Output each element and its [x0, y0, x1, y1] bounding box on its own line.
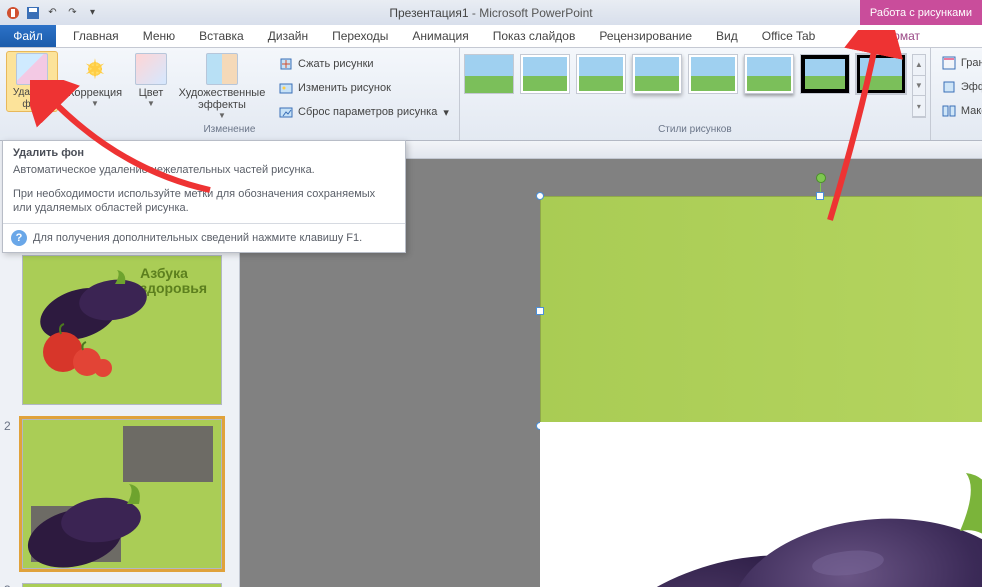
app-name: Microsoft PowerPoint	[479, 6, 592, 20]
tooltip-line2: При необходимости используйте метки для …	[3, 185, 405, 223]
change-picture-button[interactable]: Изменить рисунок	[274, 77, 453, 99]
compress-label: Сжать рисунки	[298, 58, 374, 70]
tab-animation[interactable]: Анимация	[400, 25, 480, 47]
tab-officetab[interactable]: Office Tab	[750, 25, 828, 47]
group-picture-format: Граница р Эффекты Макет ри	[931, 48, 982, 140]
gallery-down-button[interactable]: ▼	[913, 76, 925, 97]
picture-tools-context-tab[interactable]: Работа с рисунками	[860, 0, 982, 25]
group-picture-styles: ▲ ▼ ▾ Стили рисунков	[460, 48, 931, 140]
group-styles-label: Стили рисунков	[460, 124, 930, 140]
picture-style-thumb[interactable]	[856, 54, 906, 94]
help-icon: ?	[11, 230, 27, 246]
remove-bg-label: Удалить фон	[7, 87, 57, 111]
slide-number: 2	[4, 419, 11, 433]
tab-review[interactable]: Рецензирование	[587, 25, 704, 47]
reset-icon	[278, 104, 294, 120]
color-label: Цвет	[139, 87, 164, 99]
tab-format[interactable]: Формат	[865, 25, 932, 47]
selected-picture[interactable]	[540, 196, 982, 426]
tab-design[interactable]: Дизайн	[256, 25, 320, 47]
picture-style-thumb[interactable]	[800, 54, 850, 94]
compress-icon	[278, 56, 294, 72]
border-label: Граница р	[961, 57, 982, 69]
gallery-scroll: ▲ ▼ ▾	[912, 54, 926, 118]
title-bar: ↶ ↷ ▾ Презентация1 - Microsoft PowerPoin…	[0, 0, 982, 25]
picture-style-thumb[interactable]	[744, 54, 794, 94]
save-icon[interactable]	[24, 4, 41, 21]
tab-menu[interactable]: Меню	[131, 25, 187, 47]
chevron-down-icon: ▼	[91, 99, 99, 108]
reset-picture-button[interactable]: Сброс параметров рисунка ▾	[274, 101, 453, 123]
change-label: Изменить рисунок	[298, 82, 391, 94]
resize-handle[interactable]	[536, 192, 544, 200]
sun-icon	[79, 53, 111, 85]
artistic-effects-button[interactable]: Художественные эффекты ▼	[176, 51, 268, 120]
vegetable-icon	[23, 256, 222, 405]
file-tab[interactable]: Файл	[0, 25, 56, 47]
ribbon: Удалить фон Коррекция ▼ Цвет ▼ Художеств…	[0, 48, 982, 141]
chevron-down-icon: ▼	[147, 99, 155, 108]
picture-border-button[interactable]: Граница р	[937, 52, 982, 74]
undo-icon[interactable]: ↶	[44, 4, 61, 21]
effects-label: Эффекты	[961, 81, 982, 93]
tab-slideshow[interactable]: Показ слайдов	[481, 25, 588, 47]
layout-icon	[941, 103, 957, 119]
group-adjust-label: Изменение	[0, 124, 459, 140]
resize-handle[interactable]	[536, 307, 544, 315]
compress-pictures-button[interactable]: Сжать рисунки	[274, 53, 453, 75]
remove-background-icon	[16, 53, 48, 85]
reset-label: Сброс параметров рисунка	[298, 106, 437, 118]
tooltip-remove-background: Удалить фон Автоматическое удаление неже…	[2, 140, 406, 253]
tab-view[interactable]: Вид	[704, 25, 750, 47]
tab-transitions[interactable]: Переходы	[320, 25, 400, 47]
picture-layout-button[interactable]: Макет ри	[937, 100, 982, 122]
gallery-up-button[interactable]: ▲	[913, 55, 925, 76]
tooltip-title: Удалить фон	[3, 141, 405, 161]
slide-thumbnail-1[interactable]: Азбука здоровья	[22, 255, 231, 405]
layout-label: Макет ри	[961, 105, 982, 117]
picture-style-thumb[interactable]	[464, 54, 514, 94]
tab-home[interactable]: Главная	[61, 25, 131, 47]
artistic-label: Художественные эффекты	[179, 87, 266, 111]
picture-effects-button[interactable]: Эффекты	[937, 76, 982, 98]
eggplant-icon	[23, 420, 222, 569]
picture-style-thumb[interactable]	[632, 54, 682, 94]
picture-style-thumb[interactable]	[520, 54, 570, 94]
remove-background-button[interactable]: Удалить фон	[6, 51, 58, 112]
effects-icon	[941, 79, 957, 95]
tooltip-line1: Автоматическое удаление нежелательных ча…	[3, 161, 405, 185]
border-icon	[941, 55, 957, 71]
resize-handle[interactable]	[816, 192, 824, 200]
corrections-label: Коррекция	[68, 87, 122, 99]
slide-thumbnail-2[interactable]: 2	[22, 419, 231, 569]
corrections-button[interactable]: Коррекция ▼	[64, 51, 126, 108]
group-adjust: Удалить фон Коррекция ▼ Цвет ▼ Художеств…	[0, 48, 460, 140]
tooltip-help-text: Для получения дополнительных сведений на…	[33, 232, 362, 244]
eggplant-large-icon	[590, 451, 982, 587]
chevron-down-icon: ▼	[218, 111, 226, 120]
tab-insert[interactable]: Вставка	[187, 25, 256, 47]
color-button[interactable]: Цвет ▼	[132, 51, 170, 108]
rotation-handle[interactable]	[816, 173, 826, 183]
qat-dropdown-icon[interactable]: ▾	[84, 4, 101, 21]
redo-icon[interactable]: ↷	[64, 4, 81, 21]
color-icon	[135, 53, 167, 85]
window-title: Презентация1 - Microsoft PowerPoint	[0, 6, 982, 20]
ribbon-tabs: Файл Главная Меню Вставка Дизайн Переход…	[0, 25, 982, 48]
picture-style-thumb[interactable]	[688, 54, 738, 94]
artistic-icon	[206, 53, 238, 85]
app-icon[interactable]	[4, 4, 21, 21]
quick-access-toolbar: ↶ ↷ ▾	[0, 4, 105, 21]
slide-thumbnail-3[interactable]: 3	[22, 583, 231, 587]
change-picture-icon	[278, 80, 294, 96]
chevron-down-icon: ▾	[443, 106, 449, 119]
slide-number: 3	[4, 583, 11, 587]
gallery-more-button[interactable]: ▾	[913, 96, 925, 117]
picture-style-thumb[interactable]	[576, 54, 626, 94]
document-name: Презентация1	[389, 6, 468, 20]
